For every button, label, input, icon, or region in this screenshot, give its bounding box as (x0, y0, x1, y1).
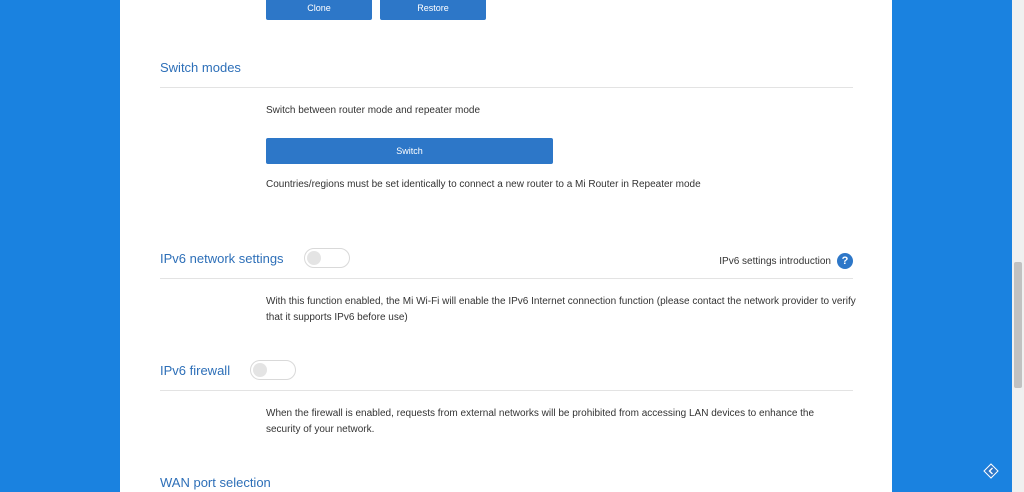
ipv6-settings-toggle[interactable] (304, 248, 350, 268)
clone-button[interactable]: Clone (266, 0, 372, 20)
divider (160, 278, 853, 279)
switch-modes-title: Switch modes (160, 60, 241, 75)
question-circle-icon[interactable]: ? (837, 253, 853, 269)
ipv6-firewall-toggle[interactable] (250, 360, 296, 380)
wan-port-selection-title: WAN port selection (160, 475, 271, 490)
diamond-arrow-icon[interactable] (983, 463, 999, 479)
divider (160, 87, 853, 88)
ipv6-settings-description: With this function enabled, the Mi Wi-Fi… (266, 296, 856, 323)
divider (160, 390, 853, 391)
page-scrollbar[interactable] (1012, 0, 1024, 492)
ipv6-settings-introduction-link[interactable]: IPv6 settings introduction ? (719, 252, 853, 270)
scrollbar-thumb[interactable] (1014, 262, 1022, 388)
switch-modes-description: Switch between router mode and repeater … (266, 105, 481, 116)
ipv6-firewall-description: When the firewall is enabled, requests f… (266, 408, 815, 435)
restore-button[interactable]: Restore (380, 0, 486, 20)
toggle-knob (307, 251, 321, 265)
ipv6-firewall-title: IPv6 firewall (160, 363, 231, 378)
ipv6-settings-title: IPv6 network settings (160, 251, 284, 266)
help-link-label: IPv6 settings introduction (719, 255, 831, 267)
switch-button[interactable]: Switch (266, 138, 553, 164)
toggle-knob (253, 363, 267, 377)
switch-modes-note: Countries/regions must be set identicall… (266, 179, 701, 190)
